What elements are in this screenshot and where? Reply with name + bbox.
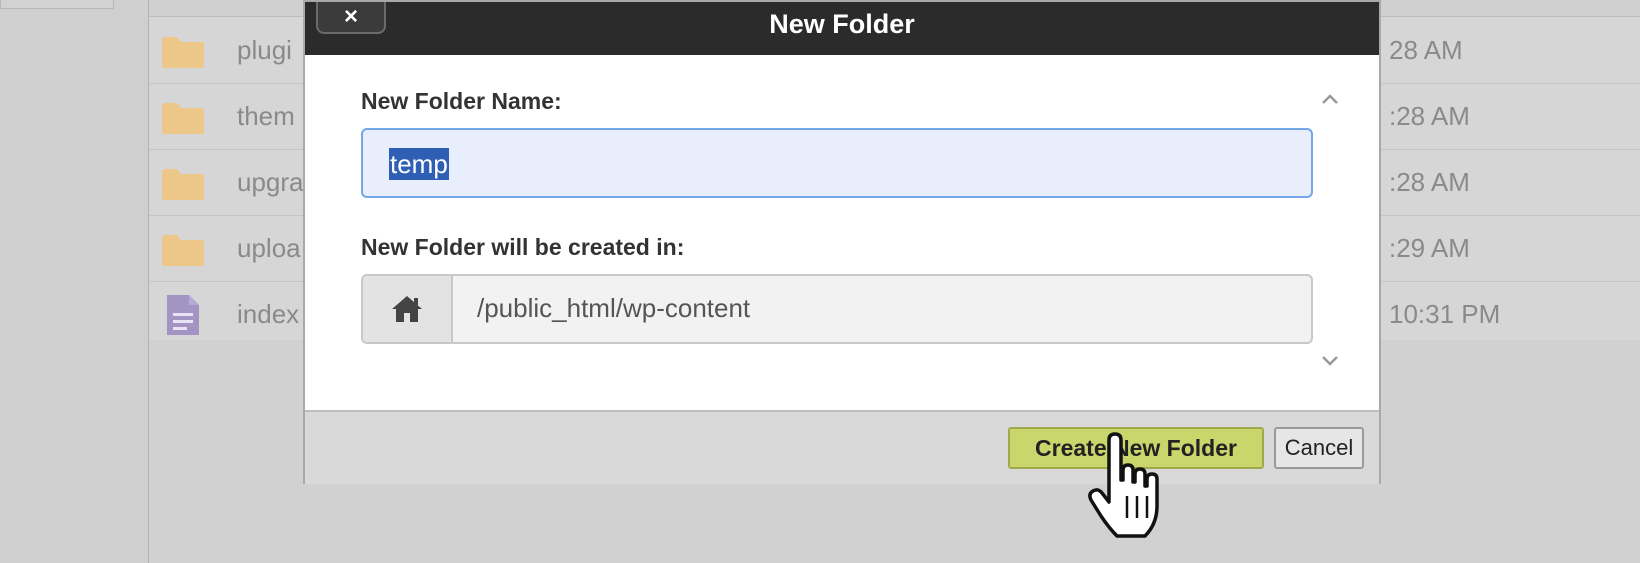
folder-name-selected-text: temp bbox=[389, 148, 449, 180]
left-panel-tab bbox=[0, 0, 114, 9]
folder-icon bbox=[162, 103, 204, 134]
file-time: :28 AM bbox=[1389, 101, 1470, 131]
folder-location-label: New Folder will be created in: bbox=[361, 234, 685, 260]
file-name: uploa bbox=[237, 233, 301, 263]
file-name: plugi bbox=[237, 35, 292, 65]
file-name: them bbox=[237, 101, 295, 131]
dialog-header: × New Folder bbox=[305, 2, 1379, 55]
dialog-footer: Create New Folder Cancel bbox=[305, 410, 1379, 484]
file-name: index bbox=[237, 299, 300, 329]
folder-location-value: /public_html/wp-content bbox=[477, 293, 751, 323]
hand-pointer-icon bbox=[1088, 432, 1159, 538]
file-icon bbox=[167, 295, 199, 335]
file-time: 10:31 PM bbox=[1389, 299, 1501, 329]
folder-icon bbox=[162, 37, 204, 68]
folder-name-label: New Folder Name: bbox=[361, 88, 562, 114]
scroll-up-icon[interactable] bbox=[1319, 90, 1341, 108]
new-folder-dialog: × New Folder New Folder Name: temp New F… bbox=[303, 0, 1381, 484]
file-time: :29 AM bbox=[1389, 233, 1470, 263]
folder-location-field: /public_html/wp-content bbox=[361, 274, 1313, 344]
file-time: :28 AM bbox=[1389, 167, 1470, 197]
folder-icon bbox=[162, 235, 204, 266]
home-addon bbox=[363, 276, 453, 342]
file-time: 28 AM bbox=[1389, 35, 1463, 65]
folder-icon bbox=[162, 169, 204, 200]
dialog-title: New Folder bbox=[769, 9, 915, 39]
folder-name-input[interactable] bbox=[361, 128, 1313, 198]
home-icon bbox=[392, 296, 422, 322]
scroll-down-icon[interactable] bbox=[1319, 352, 1341, 370]
cancel-button[interactable]: Cancel bbox=[1274, 427, 1364, 469]
file-name: upgra bbox=[237, 167, 304, 197]
left-panel bbox=[0, 0, 149, 563]
